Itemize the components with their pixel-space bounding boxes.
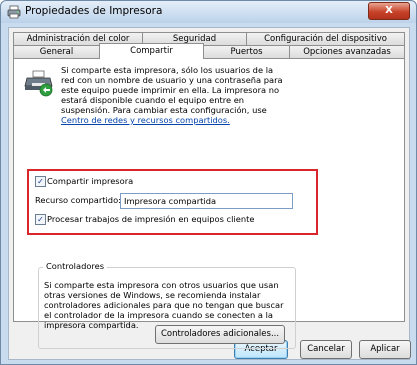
shared-printer-icon [24, 70, 53, 97]
title-bar[interactable]: Propiedades de Impresora X [1, 1, 416, 23]
sharing-info-text: Si comparte esta impresora, sólo los usu… [61, 65, 286, 125]
sharing-panel: Si comparte esta impresora, sólo los usu… [13, 58, 405, 349]
apply-button[interactable]: Aplicar [359, 340, 411, 359]
network-center-link[interactable]: Centro de redes y recursos compartidos. [61, 115, 230, 125]
sharing-highlight-box [27, 169, 318, 235]
tab-opciones-avanzadas[interactable]: Opciones avanzadas [289, 45, 405, 58]
sharing-info-body: Si comparte esta impresora, sólo los usu… [61, 65, 283, 115]
close-button[interactable]: X [368, 2, 410, 20]
dialog-client-area: Administración del color Seguridad Confi… [8, 27, 411, 360]
tab-general[interactable]: General [13, 45, 100, 58]
tab-compartir[interactable]: Compartir [99, 43, 204, 59]
printer-icon [7, 5, 21, 19]
properties-dialog: Propiedades de Impresora X Administració… [0, 0, 417, 365]
window-title: Propiedades de Impresora [25, 5, 163, 17]
tab-configuracion-dispositivo[interactable]: Configuración del dispositivo [246, 32, 405, 45]
drivers-group-title: Controladores [43, 261, 108, 271]
drivers-description: Si comparte esta impresora con otros usu… [44, 280, 284, 330]
tab-puertos[interactable]: Puertos [203, 45, 290, 58]
cancel-button[interactable]: Cancelar [300, 340, 352, 359]
additional-drivers-button[interactable]: Controladores adicionales... [155, 325, 285, 344]
